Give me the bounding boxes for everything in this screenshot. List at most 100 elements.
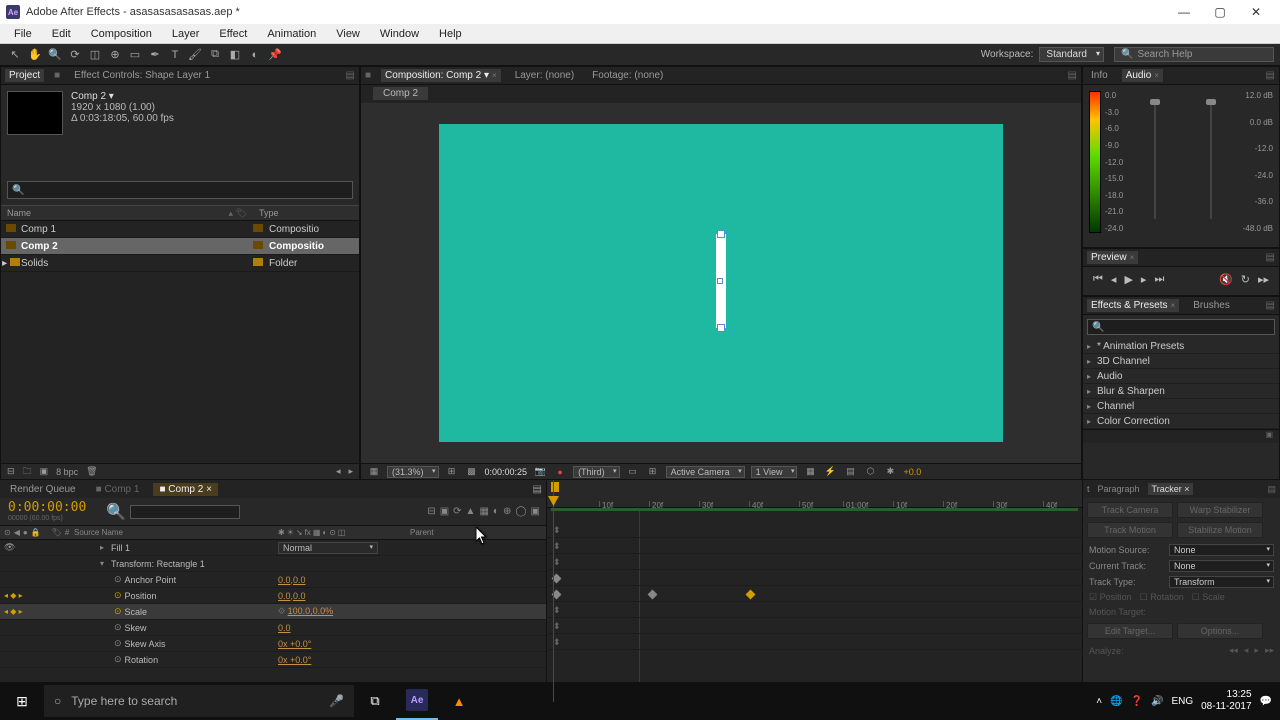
views-dropdown[interactable]: 1 View (751, 466, 798, 478)
menu-help[interactable]: Help (429, 26, 472, 42)
scroll-left-icon[interactable]: ◂ (336, 466, 341, 477)
project-tab[interactable]: Project (5, 69, 44, 82)
col-parent[interactable]: Parent (406, 526, 528, 539)
panel-menu-icon[interactable]: ▤ (1267, 484, 1276, 495)
zoom-dropdown[interactable]: (31.3%) (387, 466, 439, 478)
panel-menu-icon[interactable]: ▤ (1266, 300, 1275, 311)
col-source-name[interactable]: Source Name (72, 526, 278, 539)
tray-volume-icon[interactable]: 🔊 (1151, 696, 1163, 707)
project-item-comp1[interactable]: Comp 1 Compositio (1, 221, 359, 238)
track-fill[interactable]: ⬍ (547, 522, 1082, 538)
tl-icon[interactable]: ◯ (515, 506, 526, 517)
timecode[interactable]: 0:00:00:25 (485, 467, 528, 477)
panel-menu-icon[interactable]: ▤ (1068, 70, 1077, 81)
taskbar-ae[interactable]: Ae (396, 682, 438, 720)
effect-controls-tab[interactable]: Effect Controls: Shape Layer 1 (70, 69, 214, 82)
fx-color-correction[interactable]: ▸Color Correction (1083, 414, 1279, 429)
channel-icon[interactable]: ● (553, 466, 567, 478)
tl-icon[interactable]: ▣ (531, 506, 540, 517)
zoom-tool[interactable]: 🔍 (46, 46, 64, 64)
quality-dropdown[interactable]: (Third) (573, 466, 620, 478)
puppet-tool[interactable]: 📌 (266, 46, 284, 64)
roi-icon[interactable]: ▭ (626, 466, 640, 478)
exposure-value[interactable]: +0.0 (903, 467, 921, 477)
fx-blur-sharpen[interactable]: ▸Blur & Sharpen (1083, 384, 1279, 399)
col-type[interactable]: Type (253, 206, 359, 220)
comp-name[interactable]: Comp 2 ▾ (71, 91, 174, 102)
bpc-toggle[interactable]: 8 bpc (56, 467, 78, 477)
project-item-solids[interactable]: ▸ Solids Folder (1, 255, 359, 272)
task-view-button[interactable]: ⧉ (354, 682, 396, 720)
preview-tab[interactable]: Preview× (1087, 251, 1138, 264)
prop-position[interactable]: ◂ ◆ ▸ ⊙ Position 0.0,0.0 (0, 588, 546, 604)
grid-icon[interactable]: ▦ (367, 466, 381, 478)
tray-lang[interactable]: ENG (1171, 696, 1193, 707)
pen-tool[interactable]: ✒ (146, 46, 164, 64)
fast-preview-icon[interactable]: ⚡ (823, 466, 837, 478)
time-ruler[interactable]: 10f 20f 30f 40f 50f 01:00f 10f 20f 30f 4… (547, 480, 1082, 508)
clone-tool[interactable]: ⧉ (206, 46, 224, 64)
timeline-icon[interactable]: ▤ (843, 466, 857, 478)
transparency-icon[interactable]: ▩ (465, 466, 479, 478)
menu-effect[interactable]: Effect (209, 26, 257, 42)
tl-icon[interactable]: ⊕ (503, 506, 511, 517)
tl-icon[interactable]: ▦ (479, 506, 488, 517)
tl-icon[interactable]: ⊟ (427, 506, 435, 517)
menu-file[interactable]: File (4, 26, 42, 42)
mute-icon[interactable]: 🔇 (1219, 273, 1233, 286)
mic-icon[interactable]: 🎤 (329, 694, 344, 708)
info-tab[interactable]: Info (1087, 69, 1112, 82)
menu-view[interactable]: View (326, 26, 370, 42)
paragraph-tab[interactable]: Paragraph (1098, 484, 1140, 494)
effects-search[interactable]: 🔍 (1087, 319, 1275, 335)
start-button[interactable]: ⊞ (0, 682, 44, 720)
menu-edit[interactable]: Edit (42, 26, 81, 42)
play-button[interactable]: ▶ (1124, 273, 1132, 286)
hand-tool[interactable]: ✋ (26, 46, 44, 64)
tracker-tab[interactable]: Tracker × (1148, 483, 1194, 495)
new-comp-icon[interactable]: ▣ (40, 466, 49, 477)
fx-audio[interactable]: ▸Audio (1083, 369, 1279, 384)
menu-composition[interactable]: Composition (81, 26, 162, 42)
effects-presets-tab[interactable]: Effects & Presets× (1087, 299, 1179, 312)
track-skew[interactable]: ⬍ (547, 602, 1082, 618)
fx-3d-channel[interactable]: ▸3D Channel (1083, 354, 1279, 369)
grid-icon[interactable]: ⊞ (646, 466, 660, 478)
track-motion-button[interactable]: Track Motion (1087, 522, 1173, 538)
new-bin-icon[interactable]: ▣ (1265, 430, 1273, 443)
taskbar-clock[interactable]: 13:25 08-11-2017 (1201, 689, 1251, 713)
roto-tool[interactable]: ◐ (246, 46, 264, 64)
prop-anchor-point[interactable]: ⊙ Anchor Point 0.0,0.0 (0, 572, 546, 588)
stabilize-motion-button[interactable]: Stabilize Motion (1177, 522, 1263, 538)
reset-exposure-icon[interactable]: ✱ (883, 466, 897, 478)
scroll-right-icon[interactable]: ▸ (348, 466, 353, 477)
menu-window[interactable]: Window (370, 26, 429, 42)
camera-tool[interactable]: ◫ (86, 46, 104, 64)
first-frame-button[interactable]: ⏮ (1093, 273, 1103, 286)
layer-fill[interactable]: 👁 ▸Fill 1 Normal (0, 540, 546, 556)
prop-skew[interactable]: ⊙ Skew 0.0 (0, 620, 546, 636)
tl-icon[interactable]: ◐ (493, 506, 499, 517)
workspace-dropdown[interactable]: Standard (1039, 47, 1104, 62)
layer-transform[interactable]: ▾Transform: Rectangle 1 (0, 556, 546, 572)
layer-tab[interactable]: Layer: (none) (511, 69, 578, 82)
timeline-comp2-tab[interactable]: ■ Comp 2 × (153, 483, 217, 496)
rotate-tool[interactable]: ⟳ (66, 46, 84, 64)
panel-menu-icon[interactable]: ▤ (346, 70, 355, 81)
flowchart-icon[interactable]: ⬡ (863, 466, 877, 478)
next-frame-button[interactable]: ▸ (1141, 273, 1147, 286)
track-position[interactable] (547, 570, 1082, 586)
track-transform[interactable]: ⬍ (547, 538, 1082, 554)
notifications-icon[interactable]: 💬 (1260, 696, 1272, 707)
keyframe-icon[interactable] (648, 590, 658, 600)
track-camera-button[interactable]: Track Camera (1087, 502, 1173, 518)
tl-icon[interactable]: ▲ (466, 506, 476, 517)
warp-stabilizer-button[interactable]: Warp Stabilizer (1177, 502, 1263, 518)
project-search[interactable]: 🔍 (7, 181, 353, 199)
menu-animation[interactable]: Animation (257, 26, 326, 42)
selection-tool[interactable]: ↖ (6, 46, 24, 64)
type-tool[interactable]: T (166, 46, 184, 64)
search-help-input[interactable]: 🔍 Search Help (1114, 47, 1274, 62)
col-name[interactable]: Name (7, 208, 31, 218)
motion-source-dropdown[interactable]: None (1169, 544, 1274, 556)
